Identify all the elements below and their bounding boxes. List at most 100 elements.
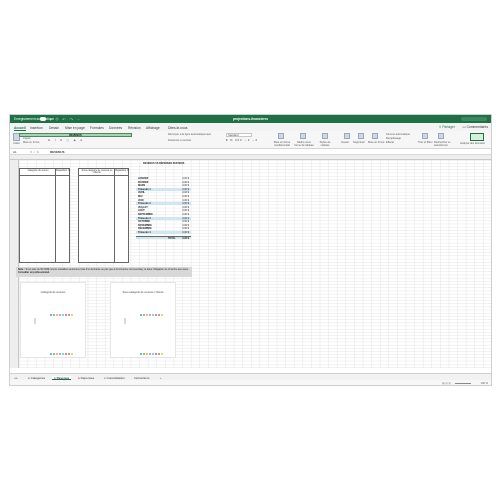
comments-label: Commentaires <box>466 124 488 129</box>
legend-dot <box>152 314 154 316</box>
legend-dot <box>50 314 52 316</box>
font-style-buttons[interactable]: G I S ▢ ◈ A <box>48 139 84 142</box>
number-format-select[interactable]: Standard <box>226 133 252 137</box>
chart-plot <box>34 314 73 355</box>
chart-plot <box>124 314 163 355</box>
status-bar: ▦ ▤ ▥ 100 % <box>10 380 491 385</box>
tab-accueil[interactable]: Accueil <box>14 126 26 131</box>
revenue-category-table[interactable]: Catégorie de revenu Répartition % <box>19 168 70 263</box>
sheet-tab-label: Consolidation <box>106 375 125 380</box>
wrap-text-button[interactable]: Renvoyer à la ligne automatiquement <box>168 133 211 136</box>
name-box[interactable]: A1 <box>13 150 17 154</box>
add-sheet-icon[interactable]: + <box>160 376 162 380</box>
legend-dot <box>71 353 73 355</box>
merge-center-button[interactable]: Fusionner et centrer <box>168 139 191 142</box>
month-label: FÉVRIER <box>138 180 149 184</box>
quarter-row[interactable]: Trimestre 4 0,00 $ <box>136 231 191 235</box>
copy-button[interactable]: Copier <box>23 137 31 140</box>
cell-styles-label: Styles de cellules <box>319 141 331 147</box>
find-select-icon[interactable] <box>438 133 444 139</box>
zoom-level[interactable]: 100 % <box>481 382 488 385</box>
table-format-icon[interactable] <box>300 133 306 139</box>
column-divider <box>55 169 56 262</box>
tab-dites-le-nous[interactable]: Dites-le-nous <box>168 126 187 130</box>
tab-mise-en-page[interactable]: Mise en page <box>65 126 85 130</box>
comments-button[interactable]: ▭ Commentaires <box>463 125 488 129</box>
number-buttons[interactable]: $ % 000 ←0 →0 <box>226 139 258 142</box>
legend-dot <box>59 353 61 355</box>
find-select-label: Rechercher et sélectionner <box>434 141 451 147</box>
month-value: 0,00 $ <box>182 202 189 206</box>
tab-formules[interactable]: Formules <box>90 126 104 130</box>
month-value: 0,00 $ <box>182 177 189 180</box>
zoom-slider[interactable] <box>455 383 471 384</box>
revenue-subcategory-table[interactable]: Sous-catégorie de revenus ou Clients Rép… <box>78 168 129 263</box>
total-row[interactable]: TOTAL 0,00 $ <box>136 235 191 240</box>
month-value: 0,00 $ <box>182 191 189 195</box>
cell-format-label: Mise en forme <box>368 141 385 144</box>
view-mode-icons[interactable]: ▦ ▤ ▥ <box>442 382 451 385</box>
share-button[interactable]: ⇪ Partager <box>439 125 455 129</box>
table-format-label: Mettre sous forme de tableau <box>294 141 314 147</box>
month-label: Trimestre 2 <box>138 202 151 206</box>
autosum-button[interactable]: Somme automatique <box>386 133 410 136</box>
tab-affichage[interactable]: Affichage <box>146 126 160 130</box>
legend-dot <box>155 353 157 355</box>
header-percent: Répartition % <box>115 170 129 172</box>
month-label: OCTOBRE <box>138 220 150 224</box>
month-label: MAI <box>138 195 143 198</box>
legend-dot <box>143 353 145 355</box>
month-label: Trimestre 3 <box>138 216 151 220</box>
table-header: Sous-catégorie de revenus ou Clients Rép… <box>79 169 129 176</box>
sort-filter-icon[interactable] <box>422 133 428 139</box>
legend-dot <box>149 314 151 316</box>
insert-cells-icon[interactable] <box>344 133 350 139</box>
sheet-color-dot: ● <box>28 375 30 380</box>
sort-filter-label: Trier et filtrer <box>418 141 433 144</box>
tab-insertion[interactable]: Insertion <box>30 126 43 130</box>
share-label: Partager <box>442 124 455 129</box>
tab-dessin[interactable]: Dessin <box>49 126 59 130</box>
row-headers[interactable] <box>10 160 19 368</box>
legend-dot <box>68 353 70 355</box>
conditional-format-icon[interactable] <box>278 133 284 139</box>
month-value: 0,00 $ <box>182 220 189 224</box>
month-label: AOÛT <box>138 209 145 213</box>
cell-styles-icon[interactable] <box>322 133 328 139</box>
header-percent: Répartition % <box>56 170 70 172</box>
sheet-nav-icons[interactable]: ◂ ▸ <box>14 376 18 380</box>
legend-dot <box>53 353 55 355</box>
subcategory-chart[interactable]: Sous-catégorie de revenus / Clients <box>110 282 176 358</box>
tab-revision[interactable]: Révision <box>128 126 141 130</box>
header-subcategory: Sous-catégorie de revenus ou Clients <box>81 170 113 174</box>
column-divider <box>114 169 115 262</box>
search-field[interactable] <box>461 116 487 121</box>
ribbon-tabs: Accueil Insertion Dessin Mise en page Fo… <box>10 123 491 131</box>
legend-dot <box>140 314 142 316</box>
legend-dot <box>59 314 61 316</box>
paste-label: Coller <box>13 142 20 145</box>
share-icon: ⇪ <box>438 124 442 129</box>
fill-button[interactable]: Remplissage <box>386 137 401 140</box>
legend-dot <box>71 314 73 316</box>
month-value: 0,00 $ <box>182 180 189 184</box>
delete-label: Supprimer <box>353 141 365 144</box>
format-painter-button[interactable]: Mise en forme <box>23 141 39 144</box>
analyze-data-icon[interactable] <box>470 133 484 141</box>
note-link[interactable]: Consulter un professionnel. <box>18 271 50 274</box>
clear-button[interactable]: Effacer <box>386 141 394 144</box>
cell-format-icon[interactable] <box>372 133 378 139</box>
category-chart[interactable]: Catégorie de revenus <box>20 282 86 358</box>
month-value: 0,00 $ <box>182 223 189 227</box>
tax-note[interactable]: Note : Si les plus de 50 000$ comme trav… <box>16 267 192 277</box>
legend-dot <box>62 353 64 355</box>
tab-donnees[interactable]: Données <box>109 126 122 130</box>
legend-dot <box>68 314 70 316</box>
comment-icon: ▭ <box>462 124 466 129</box>
month-label: NOVEMBRE <box>138 223 152 227</box>
formula-input[interactable]: REVENUS <box>50 150 65 154</box>
document-title: projections-financieres <box>232 117 269 121</box>
delete-cells-icon[interactable] <box>358 133 364 139</box>
revenus-banner[interactable]: REVENUS <box>19 133 132 137</box>
sheet-tab-label: Dépenses <box>80 375 95 380</box>
